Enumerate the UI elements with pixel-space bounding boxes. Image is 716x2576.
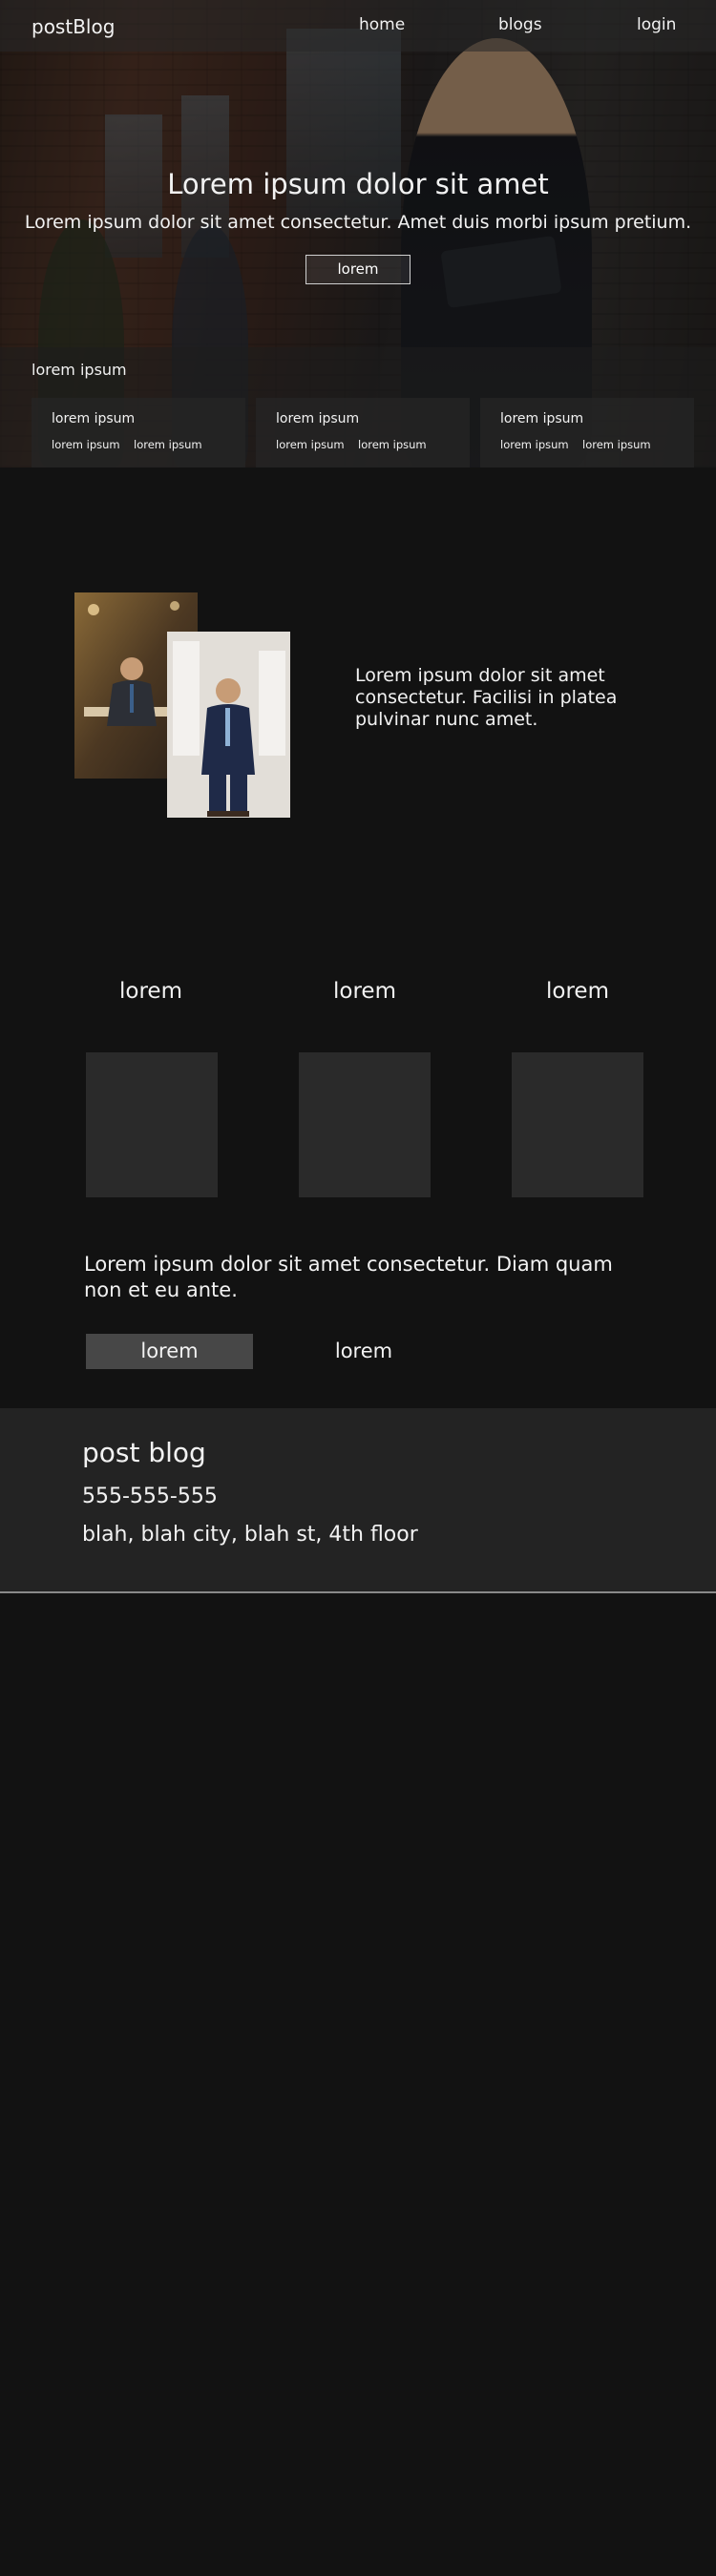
link-card: lorem ipsum lorem ipsum lorem ipsum [480,398,694,467]
nav-home-link[interactable]: home [359,15,405,34]
card-link[interactable]: lorem ipsum [134,438,202,451]
hero-subtitle: Lorem ipsum dolor sit amet consectetur. … [24,212,692,233]
card-title: lorem ipsum [500,411,584,426]
card-link[interactable]: lorem ipsum [500,438,569,451]
footer: post blog 555-555-555 blah, blah city, b… [0,1408,716,1591]
footer-phone: 555-555-555 [82,1485,218,1508]
hero-section: postBlog home blogs login Lorem ipsum do… [0,0,716,467]
card-link[interactable]: lorem ipsum [52,438,120,451]
column-image-placeholder [86,1052,218,1197]
column-image-placeholder [299,1052,431,1197]
hero-title: Lorem ipsum dolor sit amet [167,168,549,200]
column-heading: lorem [119,979,182,1004]
brand-logo[interactable]: postBlog [32,15,115,38]
feature-description: Lorem ipsum dolor sit amet consectetur. … [355,665,618,730]
secondary-button[interactable]: lorem [325,1334,403,1369]
footer-divider [0,1591,716,1593]
footer-title: post blog [82,1437,206,1468]
card-title: lorem ipsum [276,411,360,426]
nav-login-link[interactable]: login [637,15,676,34]
top-navigation-bar: postBlog home blogs login [0,0,716,52]
promo-text: Lorem ipsum dolor sit amet consectetur. … [84,1253,613,1301]
primary-button[interactable]: lorem [86,1334,253,1369]
card-link[interactable]: lorem ipsum [276,438,345,451]
card-title: lorem ipsum [52,411,136,426]
column-heading: lorem [546,979,609,1004]
link-card: lorem ipsum lorem ipsum lorem ipsum [256,398,470,467]
footer-address: blah, blah city, blah st, 4th floor [82,1523,418,1547]
column-heading: lorem [333,979,396,1004]
nav-blogs-link[interactable]: blogs [498,15,542,34]
strip-title: lorem ipsum [32,361,127,379]
link-card: lorem ipsum lorem ipsum lorem ipsum [32,398,245,467]
card-link[interactable]: lorem ipsum [358,438,427,451]
hero-cta-button[interactable]: lorem [305,255,411,284]
column-image-placeholder [512,1052,643,1197]
standing-portrait-photo [167,632,290,818]
card-link[interactable]: lorem ipsum [582,438,651,451]
hero-links-strip: lorem ipsum lorem ipsum lorem ipsum lore… [0,347,716,467]
